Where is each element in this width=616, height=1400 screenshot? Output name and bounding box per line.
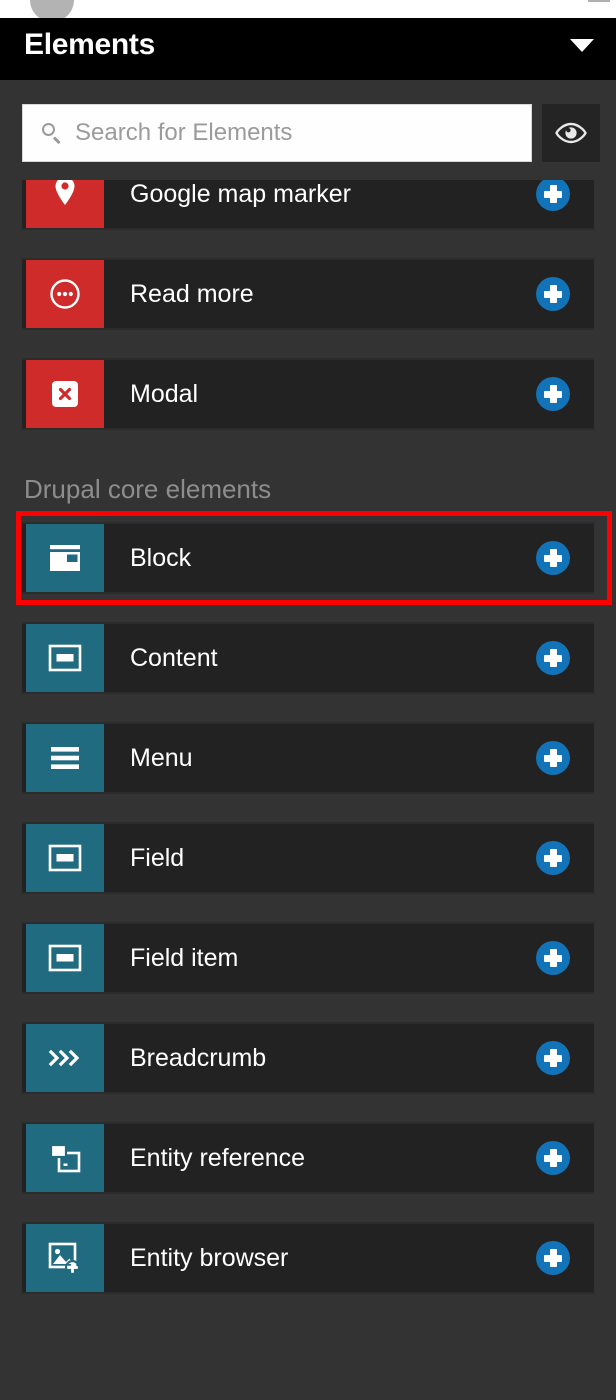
- add-element-button[interactable]: [536, 941, 570, 975]
- list-item-icon: [26, 824, 104, 892]
- row-separator: [0, 694, 616, 722]
- list-item[interactable]: Read more: [22, 258, 594, 330]
- list-item-icon: [26, 1224, 104, 1292]
- row-separator: [0, 994, 616, 1022]
- list-item-label: Entity browser: [130, 1243, 289, 1272]
- search-placeholder: Search for Elements: [75, 119, 293, 146]
- list-item-label: Content: [130, 643, 218, 672]
- page-title: Elements: [24, 28, 155, 61]
- list-item[interactable]: Field item: [22, 922, 594, 994]
- content-box-icon: [48, 944, 82, 972]
- list-item-icon: [26, 1024, 104, 1092]
- search-input[interactable]: Search for Elements: [22, 104, 532, 162]
- list-item-icon: [26, 260, 104, 328]
- chevron-down-icon[interactable]: [570, 38, 594, 52]
- highlighted-row-wrapper: Block: [0, 511, 616, 605]
- add-element-button[interactable]: [536, 541, 570, 575]
- list-item-label: Modal: [130, 379, 199, 408]
- image-add-icon: [48, 1242, 80, 1275]
- chevrons-right-icon: [48, 1049, 80, 1067]
- add-element-button[interactable]: [536, 377, 570, 411]
- row-separator: [0, 1194, 616, 1222]
- content-box-icon: [48, 644, 82, 672]
- list-item-icon: [26, 180, 104, 228]
- row-separator: [0, 894, 616, 922]
- panel-header[interactable]: Elements: [0, 18, 616, 80]
- list-item-icon: [26, 624, 104, 692]
- row-separator: [0, 230, 616, 258]
- list-item-label: Entity reference: [130, 1143, 306, 1172]
- hamburger-menu-icon: [51, 747, 79, 769]
- list-item-label: Read more: [130, 279, 254, 308]
- row-separator: [0, 1094, 616, 1122]
- list-item[interactable]: Entity reference: [22, 1122, 594, 1194]
- list-item-label: Breadcrumb: [130, 1043, 267, 1072]
- top-right-indicator: [588, 0, 610, 2]
- preview-toggle-button[interactable]: [542, 104, 600, 162]
- overlapping-frames-icon: [49, 1143, 81, 1173]
- window-block-icon: [50, 545, 80, 571]
- list-item-icon: [26, 360, 104, 428]
- modal-close-icon: [52, 381, 78, 407]
- map-marker-icon: [55, 180, 75, 205]
- list-item-icon: [26, 924, 104, 992]
- list-item-block[interactable]: Block: [22, 522, 594, 594]
- list-item-label: Block: [130, 543, 192, 572]
- list-item[interactable]: Breadcrumb: [22, 1022, 594, 1094]
- list-item[interactable]: Google map marker: [22, 180, 594, 230]
- add-element-button[interactable]: [536, 277, 570, 311]
- row-separator: [0, 794, 616, 822]
- list-item[interactable]: Content: [22, 622, 594, 694]
- search-icon: [41, 122, 63, 144]
- ellipsis-circle-icon: [50, 279, 80, 309]
- add-element-button[interactable]: [536, 1241, 570, 1275]
- list-item-icon: [26, 1124, 104, 1192]
- list-item-label: Google map marker: [130, 180, 351, 208]
- add-element-button[interactable]: [536, 641, 570, 675]
- list-item-icon: [26, 724, 104, 792]
- elements-list[interactable]: Google map marker Read more Modal Drupal…: [0, 180, 616, 1340]
- list-item-label: Field: [130, 843, 185, 872]
- row-separator: [0, 594, 616, 622]
- top-strip: [0, 0, 616, 22]
- eye-icon: [555, 122, 587, 144]
- row-separator: [0, 330, 616, 358]
- add-element-button[interactable]: [536, 1041, 570, 1075]
- add-element-button[interactable]: [536, 741, 570, 775]
- list-item[interactable]: Field: [22, 822, 594, 894]
- add-element-button[interactable]: [536, 1141, 570, 1175]
- add-element-button[interactable]: [536, 180, 570, 211]
- list-item[interactable]: Modal: [22, 358, 594, 430]
- list-item-icon: [26, 524, 104, 592]
- list-item[interactable]: Menu: [22, 722, 594, 794]
- group-heading: Drupal core elements: [24, 474, 272, 504]
- elements-panel: Elements Search for Elements Google map …: [0, 0, 616, 1400]
- list-item-label: Menu: [130, 743, 193, 772]
- content-box-icon: [48, 844, 82, 872]
- list-item[interactable]: Entity browser: [22, 1222, 594, 1294]
- list-item-label: Field item: [130, 943, 239, 972]
- add-element-button[interactable]: [536, 841, 570, 875]
